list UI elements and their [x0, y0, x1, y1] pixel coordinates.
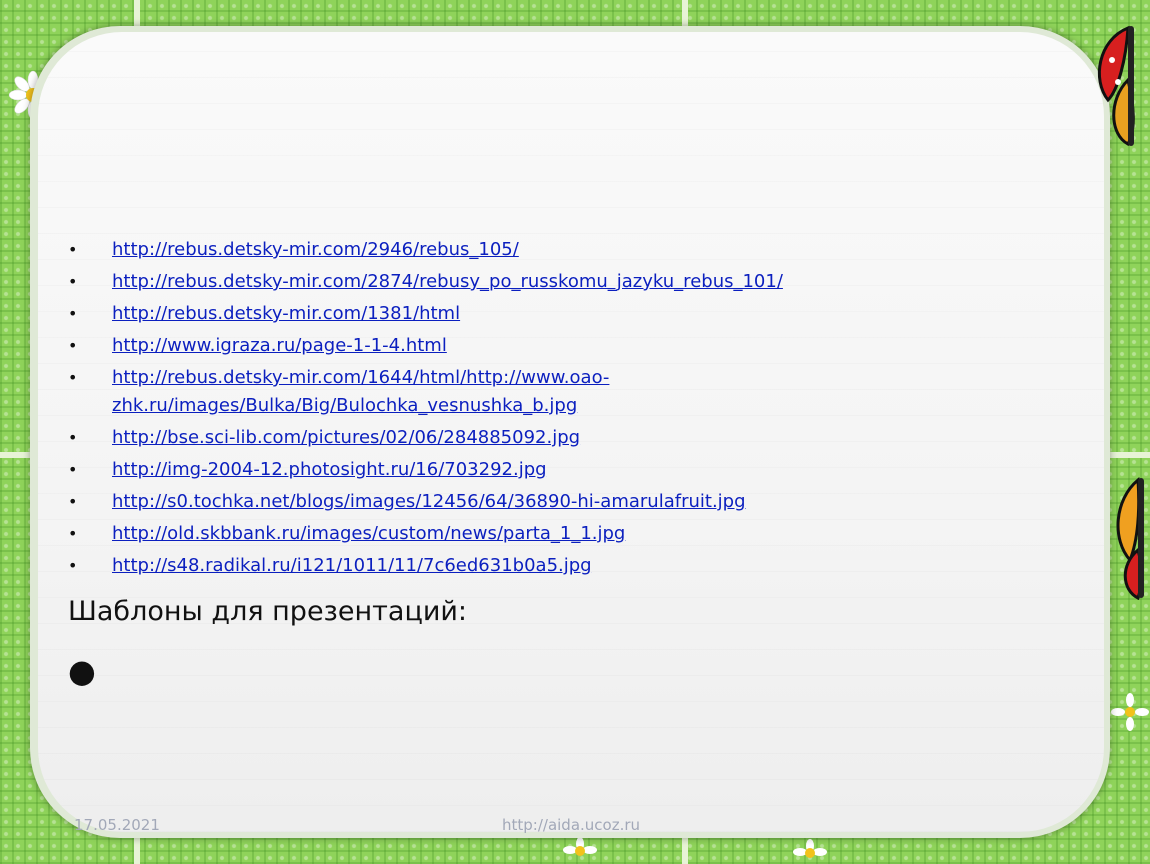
list-item: • http://rebus.detsky-mir.com/1644/html/h…	[62, 364, 1062, 420]
source-link[interactable]: http://s48.radikal.ru/i121/1011/11/7c6ed…	[112, 555, 592, 576]
source-link[interactable]: http://rebus.detsky-mir.com/1381/html	[112, 303, 460, 324]
source-link-continued[interactable]: zhk.ru/images/Bulka/Big/Bulochka_vesnush…	[112, 395, 577, 416]
daisy-icon	[793, 839, 827, 858]
templates-heading: Шаблоны для презентаций:	[68, 596, 468, 627]
bullet: •	[68, 304, 78, 323]
bullet: •	[68, 368, 78, 387]
source-links-list: • http://rebus.detsky-mir.com/2946/rebus_…	[62, 236, 1062, 584]
butterfly-icon	[1116, 476, 1144, 600]
source-link[interactable]: http://s0.tochka.net/blogs/images/12456/…	[112, 491, 746, 512]
bullet: •	[68, 524, 78, 543]
list-item: • http://rebus.detsky-mir.com/2946/rebus_…	[62, 236, 1062, 264]
butterfly-icon	[1097, 25, 1135, 146]
bullet: •	[68, 272, 78, 291]
source-link[interactable]: http://rebus.detsky-mir.com/2874/rebusy_…	[112, 271, 783, 292]
daisy-icon	[563, 837, 597, 856]
source-link[interactable]: http://old.skbbank.ru/images/custom/news…	[112, 523, 625, 544]
source-link[interactable]: http://www.igraza.ru/page-1-1-4.html	[112, 335, 447, 356]
empty-bullet: ●	[68, 652, 96, 690]
source-link[interactable]: http://rebus.detsky-mir.com/2946/rebus_1…	[112, 239, 519, 260]
footer-date: 17.05.2021	[74, 816, 160, 834]
list-item: • http://rebus.detsky-mir.com/2874/rebusy…	[62, 268, 1062, 296]
bullet: •	[68, 336, 78, 355]
footer-url: http://aida.ucoz.ru	[502, 816, 641, 834]
list-item: • http://rebus.detsky-mir.com/1381/html	[62, 300, 1062, 328]
list-item: • http://old.skbbank.ru/images/custom/new…	[62, 520, 1062, 548]
list-item: • http://bse.sci-lib.com/pictures/02/06/2…	[62, 424, 1062, 452]
source-link[interactable]: http://rebus.detsky-mir.com/1644/html/ht…	[112, 367, 609, 388]
list-item: • http://img-2004-12.photosight.ru/16/703…	[62, 456, 1062, 484]
source-link[interactable]: http://bse.sci-lib.com/pictures/02/06/28…	[112, 427, 580, 448]
bullet: •	[68, 460, 78, 479]
bullet: •	[68, 556, 78, 575]
list-item: • http://www.igraza.ru/page-1-1-4.html	[62, 332, 1062, 360]
bullet: •	[68, 428, 78, 447]
bullet: •	[68, 492, 78, 511]
daisy-icon	[1111, 693, 1149, 731]
source-link[interactable]: http://img-2004-12.photosight.ru/16/7032…	[112, 459, 547, 480]
list-item: • http://s0.tochka.net/blogs/images/12456…	[62, 488, 1062, 516]
list-item: • http://s48.radikal.ru/i121/1011/11/7c6e…	[62, 552, 1062, 580]
bullet: •	[68, 240, 78, 259]
